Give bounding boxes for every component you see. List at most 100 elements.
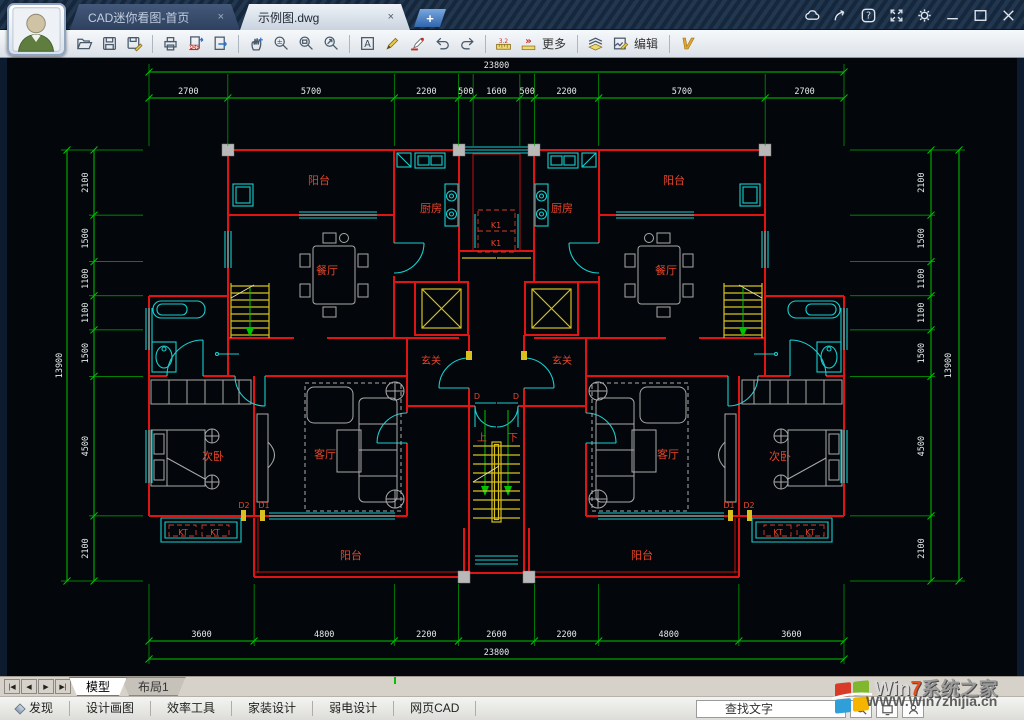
svg-text:2700: 2700 [178,87,198,97]
undo-icon[interactable] [430,32,455,56]
zoom-in-out-icon[interactable]: ± [269,32,294,56]
svg-text:V: V [682,35,695,52]
svg-text:D: D [474,392,480,401]
svg-text:KT: KT [178,528,188,537]
svg-text:1100: 1100 [917,303,927,323]
svg-text:2100: 2100 [81,172,91,192]
svg-text:KT: KT [773,528,783,537]
settings-icon[interactable] [915,6,934,25]
pencil-draw-icon[interactable] [380,32,405,56]
svg-text:2200: 2200 [556,630,576,640]
status-item-discover[interactable]: 发现 [0,701,71,716]
sheet-tab-model[interactable]: 模型 [69,677,127,696]
tab-document-title: 示例图.dwg [258,10,320,25]
status-item-design-draw[interactable]: 设计画图 [70,701,152,716]
pan-hand-icon[interactable] [244,32,269,56]
svg-text:阳台: 阳台 [631,548,653,562]
edit-button[interactable]: 编辑 [634,35,658,52]
svg-text:4500: 4500 [917,436,927,456]
svg-text:上: 上 [477,432,487,444]
zoom-extents-icon[interactable] [319,32,344,56]
sheet-tab-bar: |◀ ◀ ▶ ▶| 模型 布局1 [0,676,1024,696]
svg-text:D: D [513,392,519,401]
help-icon[interactable]: ? [859,6,878,25]
svg-text:2600: 2600 [486,630,506,640]
new-tab-button[interactable]: + [414,9,446,27]
svg-text:3600: 3600 [781,630,801,640]
status-item-web-cad[interactable]: 网页CAD [394,701,477,716]
maximize-icon[interactable] [971,6,990,25]
svg-text:4500: 4500 [81,436,91,456]
svg-text:1500: 1500 [917,228,927,248]
svg-text:?: ? [866,10,871,21]
search-icon[interactable] [850,700,872,718]
print-icon[interactable] [158,32,183,56]
zoom-window-icon[interactable] [294,32,319,56]
measure-icon[interactable]: 3.2 [491,32,516,56]
find-text-input[interactable]: 查找文字 [696,700,846,718]
svg-text:13900: 13900 [944,353,954,379]
svg-text:23800: 23800 [484,648,510,658]
svg-text:餐厅: 餐厅 [316,263,338,277]
svg-text:D1: D1 [258,501,269,510]
convert-file-icon[interactable] [208,32,233,56]
minimize-icon[interactable] [943,6,962,25]
status-bar: 发现 设计画图 效率工具 家装设计 弱电设计 网页CAD 查找文字 [0,696,1024,720]
status-item-efficiency-tools[interactable]: 效率工具 [151,701,233,716]
svg-text:1500: 1500 [81,228,91,248]
user-avatar[interactable] [7,3,66,56]
tab-document-close-icon[interactable]: × [388,11,394,23]
close-icon[interactable] [999,6,1018,25]
svg-text:2200: 2200 [416,87,436,97]
save-as-icon[interactable] [122,32,147,56]
svg-text:4800: 4800 [314,630,334,640]
svg-text:1100: 1100 [917,268,927,288]
more-measure-button[interactable]: 更多 [542,35,566,52]
status-item-low-voltage[interactable]: 弱电设计 [313,701,395,716]
svg-text:1100: 1100 [81,303,91,323]
sheet-tab-layout1[interactable]: 布局1 [121,677,186,696]
screen-capture-icon[interactable] [876,700,898,718]
measure-more-icon[interactable]: » [516,32,541,56]
main-toolbar: PDF ± A 3.2 » 更多 编辑 V [0,30,1024,58]
svg-text:玄关: 玄关 [421,354,441,367]
marker-erase-icon[interactable] [405,32,430,56]
v-logo-icon: V [675,32,700,56]
svg-text:1500: 1500 [81,343,91,363]
svg-text:4800: 4800 [659,630,679,640]
fullscreen-icon[interactable] [887,6,906,25]
tab-document[interactable]: 示例图.dwg × [240,4,410,30]
tab-home[interactable]: CAD迷你看图-首页 × [70,4,240,30]
save-icon[interactable] [97,32,122,56]
contact-icon[interactable] [902,700,924,718]
cad-canvas[interactable]: 2700 5700 2200 500 1600 500 2200 5700 2700 23800 3… [0,58,1024,676]
redo-icon[interactable] [455,32,480,56]
last-sheet-button[interactable]: ▶| [55,679,71,694]
layers-icon[interactable] [583,32,608,56]
prev-sheet-button[interactable]: ◀ [21,679,37,694]
floor-plan-core [465,146,528,565]
open-file-icon[interactable] [72,32,97,56]
status-item-home-design[interactable]: 家装设计 [232,701,314,716]
title-bar: CAD迷你看图-首页 × 示例图.dwg × + ? [0,0,1024,56]
next-sheet-button[interactable]: ▶ [38,679,54,694]
svg-text:23800: 23800 [484,61,510,71]
svg-text:客厅: 客厅 [657,447,679,461]
tab-home-close-icon[interactable]: × [218,11,224,23]
svg-text:»: » [525,36,532,47]
svg-text:客厅: 客厅 [314,447,336,461]
svg-text:D1: D1 [723,501,734,510]
share-icon[interactable] [831,6,850,25]
svg-text:D2: D2 [238,501,249,510]
floor-plan-drawing: 2700 5700 2200 500 1600 500 2200 5700 2700 23800 3… [55,61,965,664]
edit-drawing-icon[interactable] [608,32,633,56]
svg-text:D2: D2 [743,501,754,510]
svg-text:13900: 13900 [55,353,65,379]
first-sheet-button[interactable]: |◀ [4,679,20,694]
svg-text:阳台: 阳台 [663,173,685,187]
cloud-icon[interactable] [803,6,822,25]
tab-strip: CAD迷你看图-首页 × 示例图.dwg × + [70,4,446,30]
export-pdf-icon[interactable]: PDF [183,32,208,56]
text-annotate-icon[interactable]: A [355,32,380,56]
svg-text:1600: 1600 [486,87,506,97]
